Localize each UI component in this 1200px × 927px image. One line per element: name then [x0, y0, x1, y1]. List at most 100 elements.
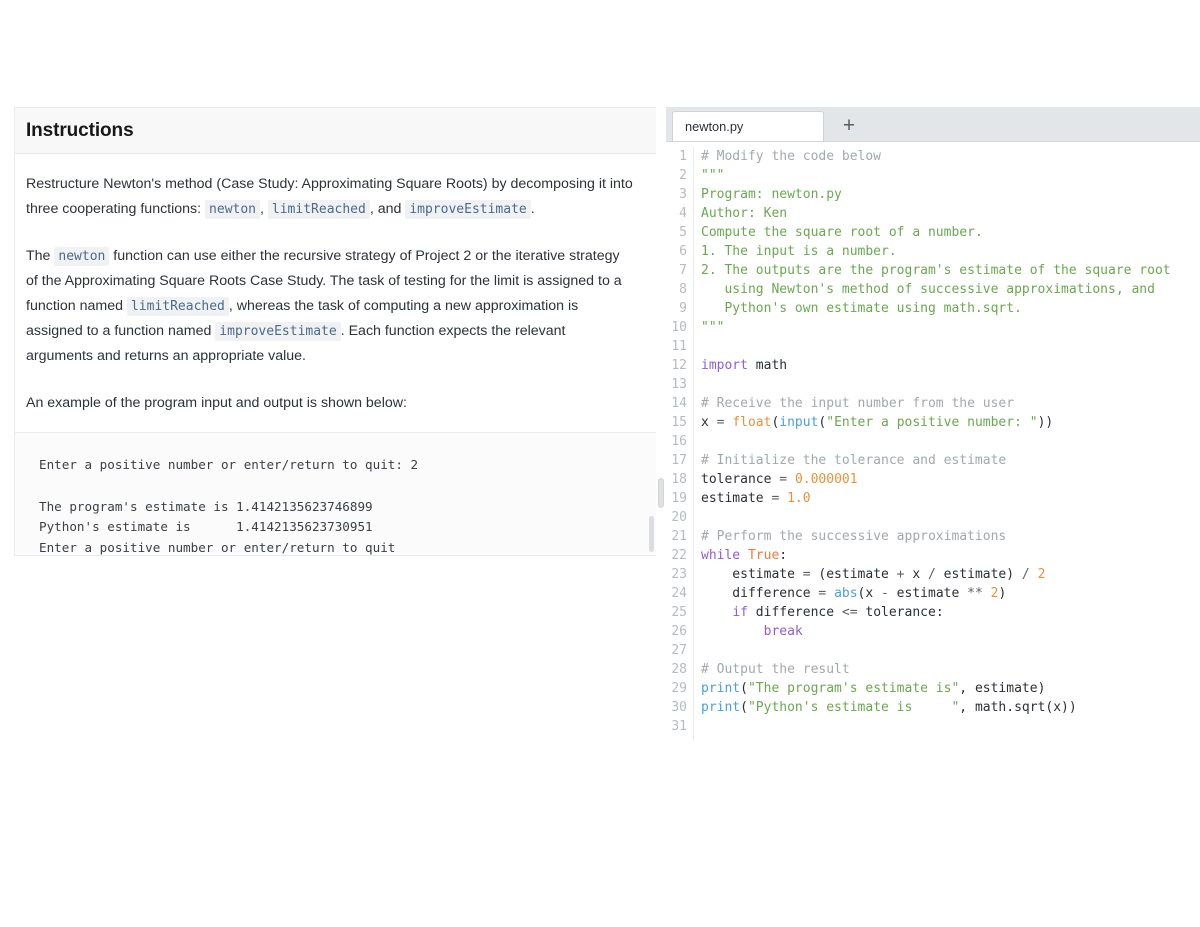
code-token-plain: (: [740, 681, 748, 696]
line-number: 15: [671, 415, 687, 430]
code-content[interactable]: # Modify the code below """ Program: newto…: [694, 147, 1200, 740]
code-line[interactable]: [701, 641, 1200, 660]
code-line[interactable]: x = float(input("Enter a positive number…: [701, 413, 1200, 432]
line-number: 30: [671, 700, 687, 715]
line-number: 18: [671, 472, 687, 487]
line-number: 16: [671, 434, 687, 449]
line-number: 27: [671, 643, 687, 658]
code-line[interactable]: [701, 717, 1200, 736]
instructions-body[interactable]: Restructure Newton's method (Case Study:…: [15, 154, 659, 555]
code-token-plain: difference: [701, 586, 819, 601]
code-token-op: -: [881, 586, 889, 601]
line-number: 23: [671, 567, 687, 582]
code-line[interactable]: 1. The input is a number.: [701, 242, 1200, 261]
code-token-comment: # Receive the input number from the user: [701, 396, 1015, 411]
code-token-plain: (: [740, 700, 748, 715]
code-line[interactable]: [701, 337, 1200, 356]
panel-splitter[interactable]: [656, 107, 666, 740]
code-line[interactable]: # Perform the successive approximations: [701, 527, 1200, 546]
line-number: 17: [671, 453, 687, 468]
code-line[interactable]: # Initialize the tolerance and estimate: [701, 451, 1200, 470]
instructions-scrollbar-thumb[interactable]: [649, 516, 654, 552]
code-line[interactable]: using Newton's method of successive appr…: [701, 280, 1200, 299]
inline-code-limitreached: limitReached: [267, 200, 370, 219]
tab-newton-py[interactable]: newton.py: [672, 111, 824, 141]
line-number: 14: [671, 396, 687, 411]
code-line[interactable]: tolerance = 0.000001: [701, 470, 1200, 489]
code-token-plain: (x: [857, 586, 882, 601]
line-number: 8: [679, 282, 687, 297]
code-token-plain: ): [998, 586, 1007, 601]
code-line[interactable]: Compute the square root of a number.: [701, 223, 1200, 242]
code-line[interactable]: Program: newton.py: [701, 185, 1200, 204]
code-token-builtin: input: [779, 415, 819, 430]
line-number: 29: [671, 681, 687, 696]
code-line[interactable]: difference = abs(x - estimate ** 2): [701, 584, 1200, 603]
line-number: 9: [679, 301, 687, 316]
code-token-doc: Python's own estimate using math.sqrt.: [701, 301, 1022, 316]
code-line[interactable]: # Modify the code below: [701, 147, 1200, 166]
line-number: 12: [671, 358, 687, 373]
code-token-plain: , math.sqrt(x)): [959, 700, 1077, 715]
code-line[interactable]: estimate = (estimate + x / estimate) / 2: [701, 565, 1200, 584]
line-number: 4: [679, 206, 687, 221]
editor-tab-bar: newton.py +: [666, 107, 1200, 142]
code-area[interactable]: 1 2 3 4 5 6 7 8 9 10 11 12 13 14 15 16 17 18 19 20 21 22 23 24 2…: [666, 142, 1200, 740]
example-output-block: Enter a positive number or enter/return …: [15, 432, 659, 555]
splitter-drag-handle[interactable]: [658, 478, 664, 508]
code-line[interactable]: print("Python's estimate is ", math.sqrt…: [701, 698, 1200, 717]
code-token-doc: 2. The outputs are the program's estimat…: [701, 263, 1171, 278]
line-number: 24: [671, 586, 687, 601]
code-line[interactable]: while True:: [701, 546, 1200, 565]
code-token-doc: """: [701, 320, 725, 335]
code-line[interactable]: break: [701, 622, 1200, 641]
code-line[interactable]: """: [701, 318, 1200, 337]
code-token-doc: Compute the square root of a number.: [701, 225, 983, 240]
code-line[interactable]: # Output the result: [701, 660, 1200, 679]
line-number: 26: [671, 624, 687, 639]
line-number: 13: [671, 377, 687, 392]
line-number: 10: [671, 320, 687, 335]
code-token-kw: import: [701, 358, 748, 373]
code-token-builtin: print: [701, 700, 741, 715]
code-line[interactable]: [701, 508, 1200, 527]
line-number: 25: [671, 605, 687, 620]
code-token-op: =: [779, 472, 788, 487]
line-number: 20: [671, 510, 687, 525]
code-token-plain: (estimate: [810, 567, 897, 582]
code-line[interactable]: """: [701, 166, 1200, 185]
code-token-plain: tolerance: [701, 472, 780, 487]
code-line[interactable]: estimate = 1.0: [701, 489, 1200, 508]
code-token-comment: # Perform the successive approximations: [701, 529, 1007, 544]
code-token-doc: 1. The input is a number.: [701, 244, 897, 259]
inline-code-improveestimate: improveEstimate: [215, 322, 341, 341]
code-line[interactable]: Author: Ken: [701, 204, 1200, 223]
line-number: 11: [671, 339, 687, 354]
code-line[interactable]: Python's own estimate using math.sqrt.: [701, 299, 1200, 318]
code-line[interactable]: 2. The outputs are the program's estimat…: [701, 261, 1200, 280]
code-line[interactable]: print("The program's estimate is", estim…: [701, 679, 1200, 698]
code-token-doc: Program: newton.py: [701, 187, 842, 202]
code-token-num: 2: [1037, 567, 1046, 582]
code-token-plain: math: [747, 358, 788, 373]
code-line[interactable]: if difference <= tolerance:: [701, 603, 1200, 622]
code-line[interactable]: [701, 432, 1200, 451]
instructions-paragraph: An example of the program input and outp…: [26, 395, 407, 411]
code-token-plain: :: [779, 548, 788, 563]
plus-icon[interactable]: +: [838, 114, 860, 136]
code-token-builtin: abs: [834, 586, 858, 601]
code-line[interactable]: # Receive the input number from the user: [701, 394, 1200, 413]
code-token-plain: x: [904, 567, 928, 582]
code-line[interactable]: [701, 375, 1200, 394]
inline-code-newton: newton: [205, 200, 261, 219]
instructions-paragraph: Restructure Newton's method (Case Study:…: [26, 176, 633, 219]
code-line[interactable]: import math: [701, 356, 1200, 375]
line-number: 5: [679, 225, 687, 240]
code-token-str: "Enter a positive number: ": [826, 415, 1038, 430]
